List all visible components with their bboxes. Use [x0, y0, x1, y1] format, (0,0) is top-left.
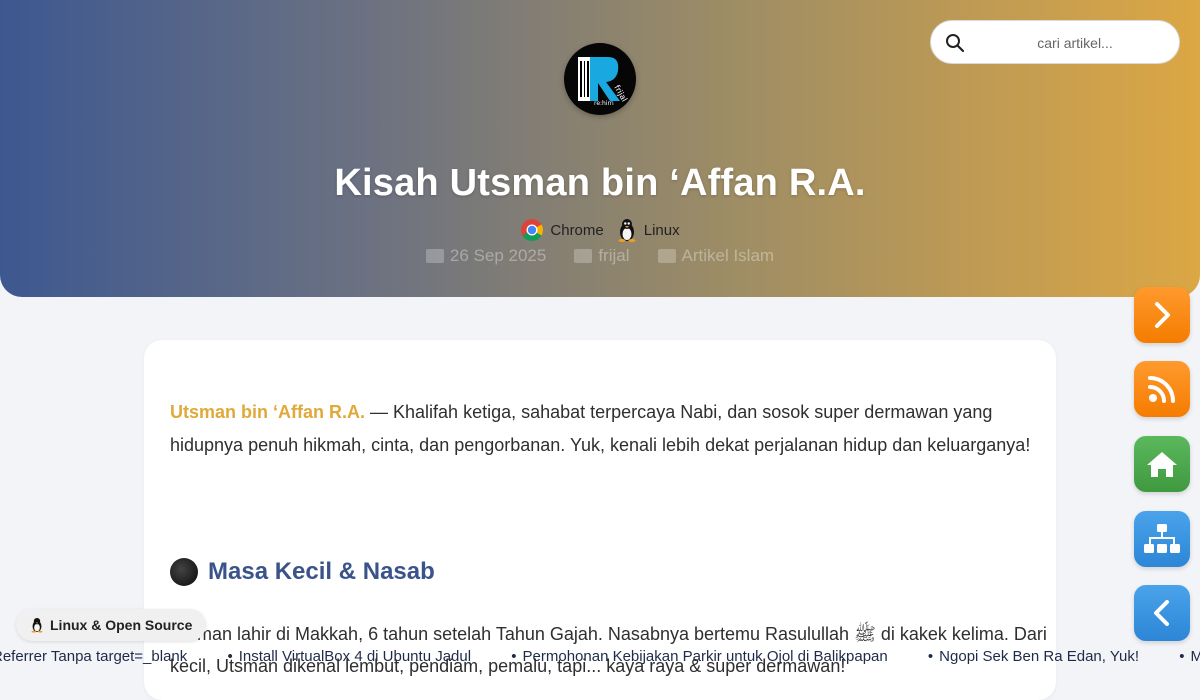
author-label: frijal [598, 246, 630, 265]
tux-icon [31, 618, 43, 633]
rss-button[interactable] [1134, 361, 1190, 417]
calendar-icon [425, 249, 444, 263]
site-logo[interactable]: frijal re:hirn [564, 43, 636, 115]
search-box[interactable] [930, 20, 1180, 64]
author-info: frijal [574, 246, 630, 266]
news-ticker: Referrer Tanpa target=_blank • Install Vi… [0, 646, 1200, 668]
svg-text:re:hirn: re:hirn [594, 100, 614, 107]
sitemap-icon [1144, 524, 1180, 553]
article-meta: 26 Sep 2025 frijal Artikel Islam [0, 246, 1200, 266]
chevron-left-icon [1154, 600, 1169, 626]
prev-article-button[interactable] [1134, 585, 1190, 641]
ticker-item[interactable]: • Install VirtualBox 4 di Ubuntu Jadul [227, 648, 471, 665]
pen-icon [574, 249, 593, 263]
book-icon [657, 249, 676, 263]
category-tag-label: Linux & Open Source [50, 617, 193, 633]
page-title: Kisah Utsman bin ‘Affan R.A. [334, 162, 866, 204]
os-label: Linux [643, 221, 680, 239]
search-icon [946, 34, 965, 53]
home-button[interactable] [1134, 436, 1190, 492]
section-heading: Masa Kecil & Nasab [170, 558, 435, 586]
chrome-icon [521, 219, 544, 241]
browser-label: Chrome [550, 221, 604, 239]
next-article-button[interactable] [1134, 287, 1190, 343]
ticker-item[interactable]: Referrer Tanpa target=_blank [0, 648, 187, 665]
intro-paragraph: Utsman bin ‘Affan R.A. — Khalifah ketiga… [170, 396, 1040, 462]
chevron-right-icon [1155, 302, 1170, 328]
rss-icon [1148, 376, 1175, 403]
sitemap-button[interactable] [1134, 511, 1190, 567]
category-label: Artikel Islam [681, 246, 775, 265]
category-tag[interactable]: Linux & Open Source [16, 609, 207, 641]
header-banner: frijal re:hirn Kisah Utsman bin ‘Affan R… [0, 0, 1200, 297]
category-info: Artikel Islam [657, 246, 775, 266]
ticker-item[interactable]: • Ngopi Sek Ben Ra Edan, Yuk! [928, 648, 1139, 665]
browser-info: Chrome [520, 218, 604, 242]
user-agent-info: Chrome Linux [0, 218, 1200, 242]
date-info: 26 Sep 2025 [425, 246, 547, 266]
date-label: 26 Sep 2025 [449, 246, 547, 265]
tux-icon [618, 219, 636, 242]
ticker-item[interactable]: • Permohonan Kebijakan Parkir untuk Ojol … [511, 648, 887, 665]
intro-highlight: Utsman bin ‘Affan R.A. [170, 402, 366, 422]
section-heading-label: Masa Kecil & Nasab [208, 558, 435, 585]
ticker-item[interactable]: •Mengenal [1179, 648, 1200, 665]
os-info: Linux [616, 218, 680, 242]
moon-icon [170, 558, 198, 586]
search-input[interactable] [975, 27, 1175, 59]
home-icon [1147, 452, 1177, 477]
